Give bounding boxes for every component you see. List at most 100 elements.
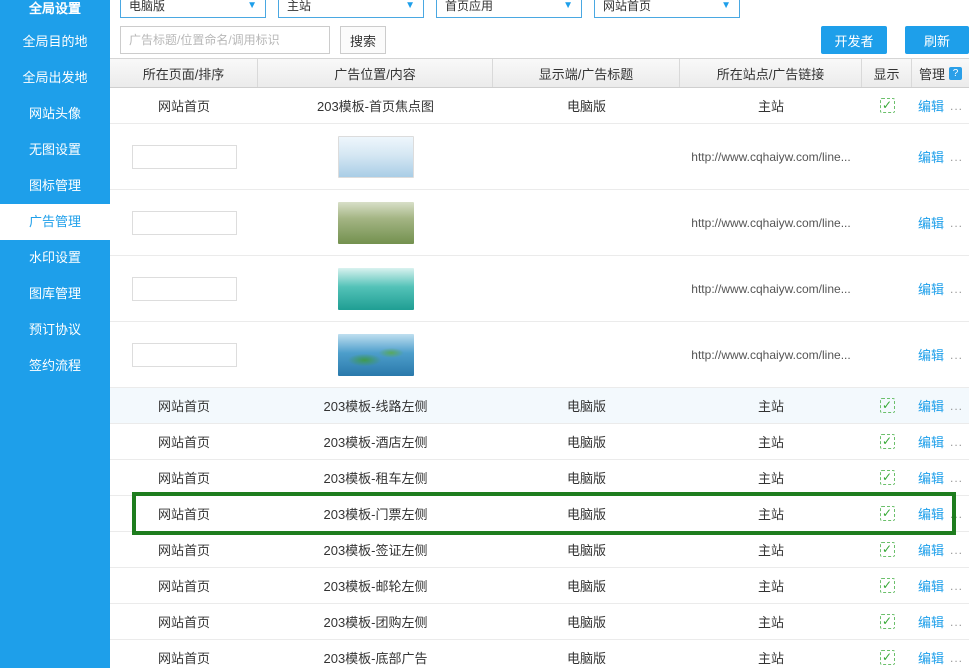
cell-content	[258, 124, 493, 189]
sidebar-item[interactable]: 广告管理	[0, 204, 110, 240]
sidebar-item[interactable]: 预订协议	[0, 312, 110, 348]
ad-link[interactable]: http://www.cqhaiyw.com/line...	[691, 150, 850, 164]
cell-page	[110, 190, 258, 255]
cell-show: ✓	[862, 88, 912, 123]
sort-order-input[interactable]	[132, 343, 237, 367]
edit-link[interactable]: 编辑	[918, 279, 944, 298]
sidebar-item[interactable]: 全局出发地	[0, 60, 110, 96]
table-row: http://www.cqhaiyw.com/line... 编辑...	[110, 256, 969, 322]
cell-manage: 编辑...	[912, 190, 969, 255]
show-checkbox-icon[interactable]: ✓	[880, 542, 895, 557]
table-row: 网站首页203模板-首页焦点图电脑版主站✓编辑...	[110, 88, 969, 124]
more-link[interactable]: ...	[950, 507, 963, 521]
sort-order-input[interactable]	[132, 277, 237, 301]
more-link[interactable]: ...	[950, 150, 963, 164]
column-header: 显示端/广告标题	[493, 59, 680, 87]
cell-manage: 编辑...	[912, 388, 969, 423]
show-checkbox-icon[interactable]: ✓	[880, 506, 895, 521]
more-link[interactable]: ...	[950, 435, 963, 449]
sidebar-item[interactable]: 签约流程	[0, 348, 110, 384]
sidebar-item[interactable]: 无图设置	[0, 132, 110, 168]
cell-page: 网站首页	[110, 568, 258, 603]
show-checkbox-icon[interactable]: ✓	[880, 614, 895, 629]
more-link[interactable]: ...	[950, 399, 963, 413]
sidebar-item[interactable]: 图标管理	[0, 168, 110, 204]
ad-banner-image[interactable]	[338, 136, 414, 178]
edit-link[interactable]: 编辑	[918, 648, 944, 667]
search-input[interactable]	[120, 26, 330, 54]
show-checkbox-icon[interactable]: ✓	[880, 650, 895, 665]
search-button[interactable]: 搜索	[340, 26, 386, 54]
edit-link[interactable]: 编辑	[918, 432, 944, 451]
edit-link[interactable]: 编辑	[918, 345, 944, 364]
ad-link[interactable]: http://www.cqhaiyw.com/line...	[691, 282, 850, 296]
main-content: 电脑版▼主站▼首页应用▼网站首页▼ 搜索 开发者 刷新 所在页面/排序广告位置/…	[110, 0, 969, 668]
filter-dropdowns: 电脑版▼ 主站▼ 首页应用▼ 网站首页▼	[120, 0, 969, 18]
refresh-button[interactable]: 刷新	[905, 26, 969, 54]
cell-page: 网站首页	[110, 640, 258, 668]
sidebar-item[interactable]: 水印设置	[0, 240, 110, 276]
edit-link[interactable]: 编辑	[918, 396, 944, 415]
show-checkbox-icon[interactable]: ✓	[880, 578, 895, 593]
table-body: 网站首页203模板-首页焦点图电脑版主站✓编辑...http://www.cqh…	[110, 88, 969, 668]
ad-banner-image[interactable]	[338, 202, 414, 244]
sidebar-item[interactable]: 网站头像	[0, 96, 110, 132]
cell-site: 主站	[680, 424, 862, 459]
cell-device	[493, 256, 680, 321]
edit-link[interactable]: 编辑	[918, 468, 944, 487]
filter-dropdown[interactable]: 电脑版▼	[120, 0, 266, 18]
show-checkbox-icon[interactable]: ✓	[880, 398, 895, 413]
ad-banner-image[interactable]	[338, 334, 414, 376]
more-link[interactable]: ...	[950, 471, 963, 485]
cell-site: 主站	[680, 532, 862, 567]
cell-site: 主站	[680, 604, 862, 639]
cell-content: 203模板-底部广告	[258, 640, 493, 668]
cell-show: ✓	[862, 604, 912, 639]
dropdown-value: 主站	[287, 0, 311, 14]
table-row: 网站首页203模板-门票左侧电脑版主站✓编辑...	[110, 496, 969, 532]
more-link[interactable]: ...	[950, 348, 963, 362]
more-link[interactable]: ...	[950, 99, 963, 113]
edit-link[interactable]: 编辑	[918, 96, 944, 115]
column-header: 显示	[862, 59, 912, 87]
edit-link[interactable]: 编辑	[918, 213, 944, 232]
cell-manage: 编辑...	[912, 460, 969, 495]
cell-content: 203模板-首页焦点图	[258, 88, 493, 123]
cell-device: 电脑版	[493, 460, 680, 495]
show-checkbox-icon[interactable]: ✓	[880, 434, 895, 449]
filter-dropdown[interactable]: 首页应用▼	[436, 0, 582, 18]
edit-link[interactable]: 编辑	[918, 540, 944, 559]
developer-button[interactable]: 开发者	[821, 26, 887, 54]
cell-site: 主站	[680, 460, 862, 495]
ad-link[interactable]: http://www.cqhaiyw.com/line...	[691, 216, 850, 230]
show-checkbox-icon[interactable]: ✓	[880, 470, 895, 485]
sidebar-item[interactable]: 图库管理	[0, 276, 110, 312]
more-link[interactable]: ...	[950, 282, 963, 296]
edit-link[interactable]: 编辑	[918, 147, 944, 166]
edit-link[interactable]: 编辑	[918, 504, 944, 523]
more-link[interactable]: ...	[950, 543, 963, 557]
cell-manage: 编辑...	[912, 424, 969, 459]
ad-link[interactable]: http://www.cqhaiyw.com/line...	[691, 348, 850, 362]
sidebar-item[interactable]: 全局设置	[0, 0, 110, 24]
more-link[interactable]: ...	[950, 615, 963, 629]
filter-dropdown[interactable]: 网站首页▼	[594, 0, 740, 18]
column-header: 管理?	[912, 59, 969, 87]
help-icon[interactable]: ?	[949, 67, 962, 80]
cell-device	[493, 322, 680, 387]
cell-manage: 编辑...	[912, 124, 969, 189]
sort-order-input[interactable]	[132, 211, 237, 235]
more-link[interactable]: ...	[950, 651, 963, 665]
edit-link[interactable]: 编辑	[918, 612, 944, 631]
sort-order-input[interactable]	[132, 145, 237, 169]
cell-content: 203模板-租车左侧	[258, 460, 493, 495]
ad-banner-image[interactable]	[338, 268, 414, 310]
sidebar-item[interactable]: 全局目的地	[0, 24, 110, 60]
cell-show	[862, 322, 912, 387]
more-link[interactable]: ...	[950, 579, 963, 593]
edit-link[interactable]: 编辑	[918, 576, 944, 595]
filter-dropdown[interactable]: 主站▼	[278, 0, 424, 18]
more-link[interactable]: ...	[950, 216, 963, 230]
column-header-label: 显示端/广告标题	[539, 64, 634, 83]
show-checkbox-icon[interactable]: ✓	[880, 98, 895, 113]
